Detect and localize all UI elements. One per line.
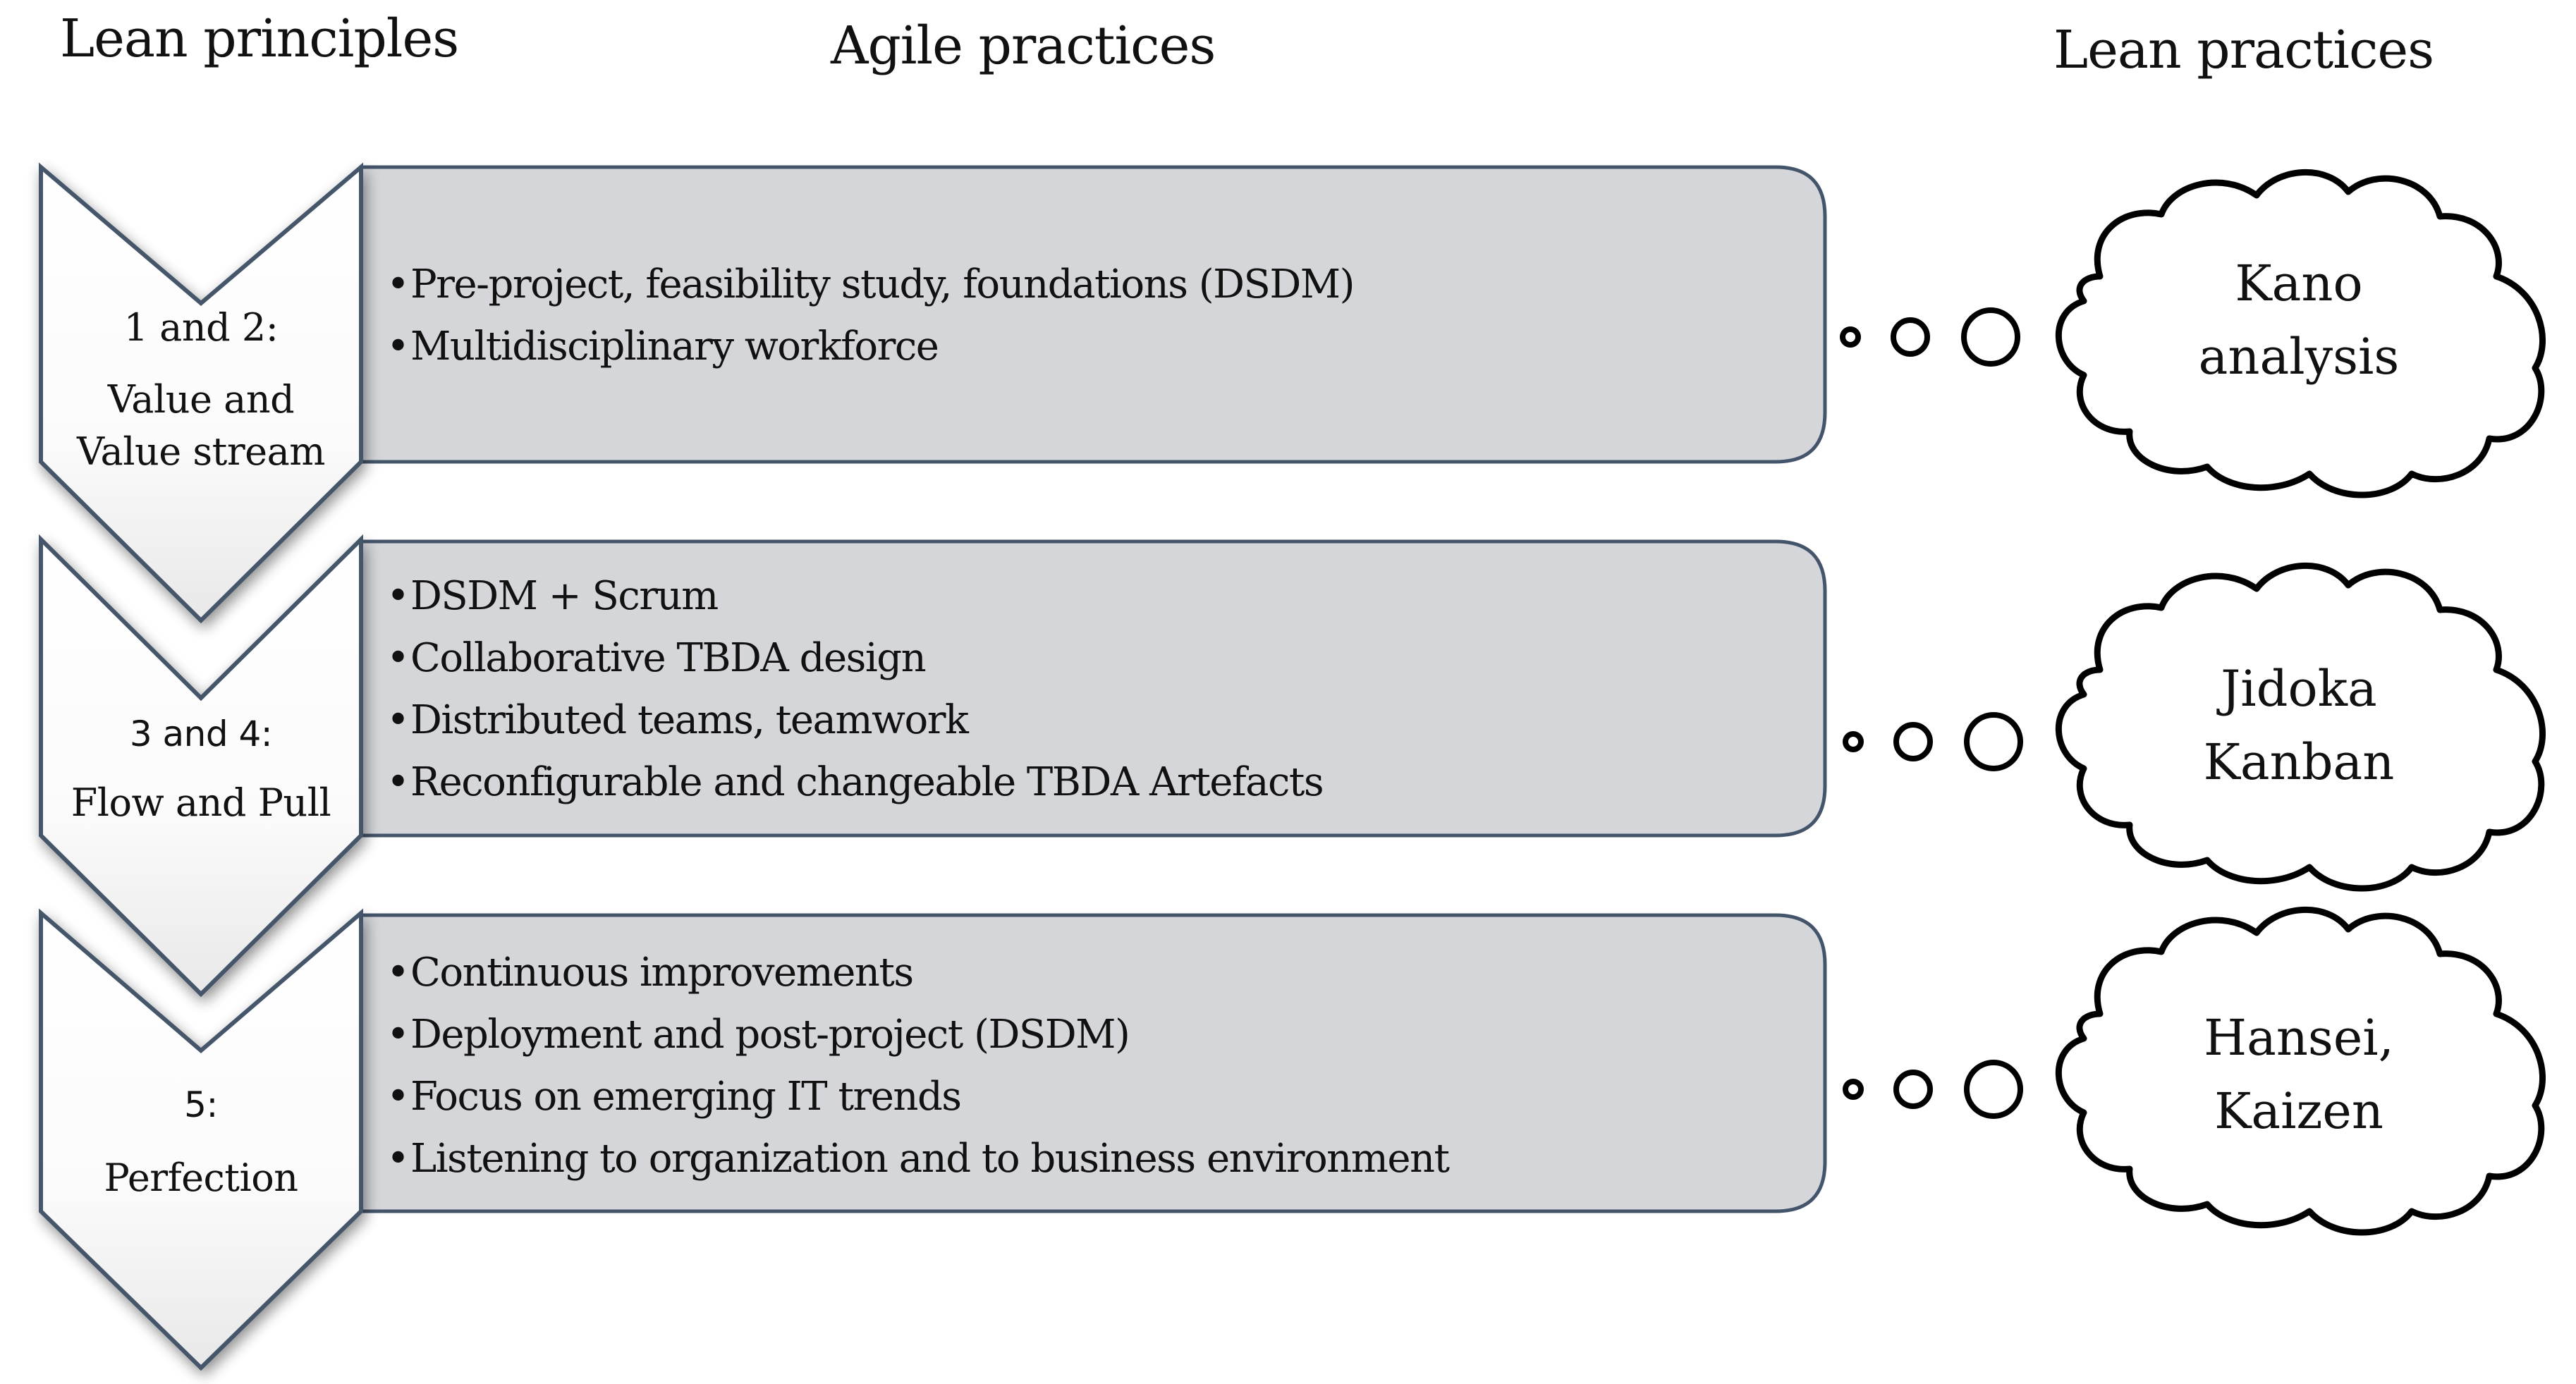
lean-principle-label-1: 1 and 2: Value and Value stream [41, 302, 361, 478]
bullet-icon: • [386, 262, 410, 307]
agile-practice-item: •DSDM + Scrum [386, 565, 1323, 627]
thought-bubble-large [1961, 307, 2020, 367]
lean-principle-label-3: 5: Perfection [41, 1079, 361, 1204]
thought-bubbles-1 [1840, 307, 2020, 367]
agile-practice-item: •Multidisciplinary workforce [386, 316, 1354, 378]
principle-name-line: Perfection [104, 1156, 298, 1200]
thought-bubble-large [1964, 1060, 2023, 1119]
bullet-icon: • [386, 573, 410, 619]
agile-practices-list-2: •DSDM + Scrum •Collaborative TBDA design… [386, 565, 1324, 814]
thought-bubble-small [1840, 326, 1861, 348]
lean-practice-line: analysis [2198, 328, 2400, 386]
agile-practice-item: •Listening to organization and to busine… [386, 1128, 1450, 1190]
bullet-icon: • [386, 635, 410, 681]
bullet-icon: • [386, 1012, 410, 1058]
thought-bubble-medium [1893, 1070, 1933, 1109]
lean-practice-line: Kanban [2203, 733, 2395, 791]
bullet-icon: • [386, 759, 410, 805]
agile-practice-item: •Collaborative TBDA design [386, 627, 1323, 690]
lean-practice-text-2: Jidoka Kanban [2116, 652, 2482, 799]
agile-practice-item: •Distributed teams, teamwork [386, 690, 1323, 752]
agile-practices-list-1: •Pre-project, feasibility study, foundat… [386, 254, 1355, 378]
principle-name-line: Flow and Pull [71, 780, 331, 825]
lean-practice-line: Kano [2235, 255, 2363, 312]
agile-practice-item: •Pre-project, feasibility study, foundat… [386, 254, 1355, 316]
principle-number: 5: [184, 1084, 218, 1125]
agile-practices-list-3: •Continuous improvements •Deployment and… [386, 942, 1450, 1190]
thought-bubble-small [1843, 731, 1864, 752]
thought-bubble-small [1843, 1079, 1864, 1100]
lean-principle-label-2: 3 and 4: Flow and Pull [41, 708, 361, 829]
agile-practice-item: •Continuous improvements [386, 942, 1449, 1004]
principle-number: 3 and 4: [129, 714, 273, 754]
agile-practice-item: •Reconfigurable and changeable TBDA Arte… [386, 752, 1324, 814]
thought-bubble-medium [1891, 317, 1930, 357]
bullet-icon: • [386, 324, 410, 369]
principle-name-line: Value and [107, 377, 295, 422]
agile-practice-item: •Focus on emerging IT trends [386, 1066, 1449, 1128]
bullet-icon: • [386, 1074, 410, 1120]
thought-bubble-medium [1893, 722, 1933, 761]
thought-bubble-large [1964, 712, 2023, 771]
principle-name-line: Value stream [77, 429, 326, 474]
lean-practice-text-3: Hansei, Kaizen [2116, 1001, 2482, 1148]
bullet-icon: • [386, 1136, 410, 1182]
lean-practice-line: Kaizen [2214, 1082, 2383, 1140]
lean-practice-line: Jidoka [2221, 660, 2377, 718]
thought-bubbles-2 [1843, 712, 2023, 771]
lean-practice-text-1: Kano analysis [2116, 247, 2482, 393]
principle-number: 1 and 2: [123, 305, 279, 350]
lean-practice-line: Hansei, [2204, 1009, 2394, 1067]
bullet-icon: • [386, 697, 410, 743]
bullet-icon: • [386, 950, 410, 996]
agile-practice-item: •Deployment and post-project (DSDM) [386, 1004, 1449, 1066]
thought-bubbles-3 [1843, 1060, 2023, 1119]
